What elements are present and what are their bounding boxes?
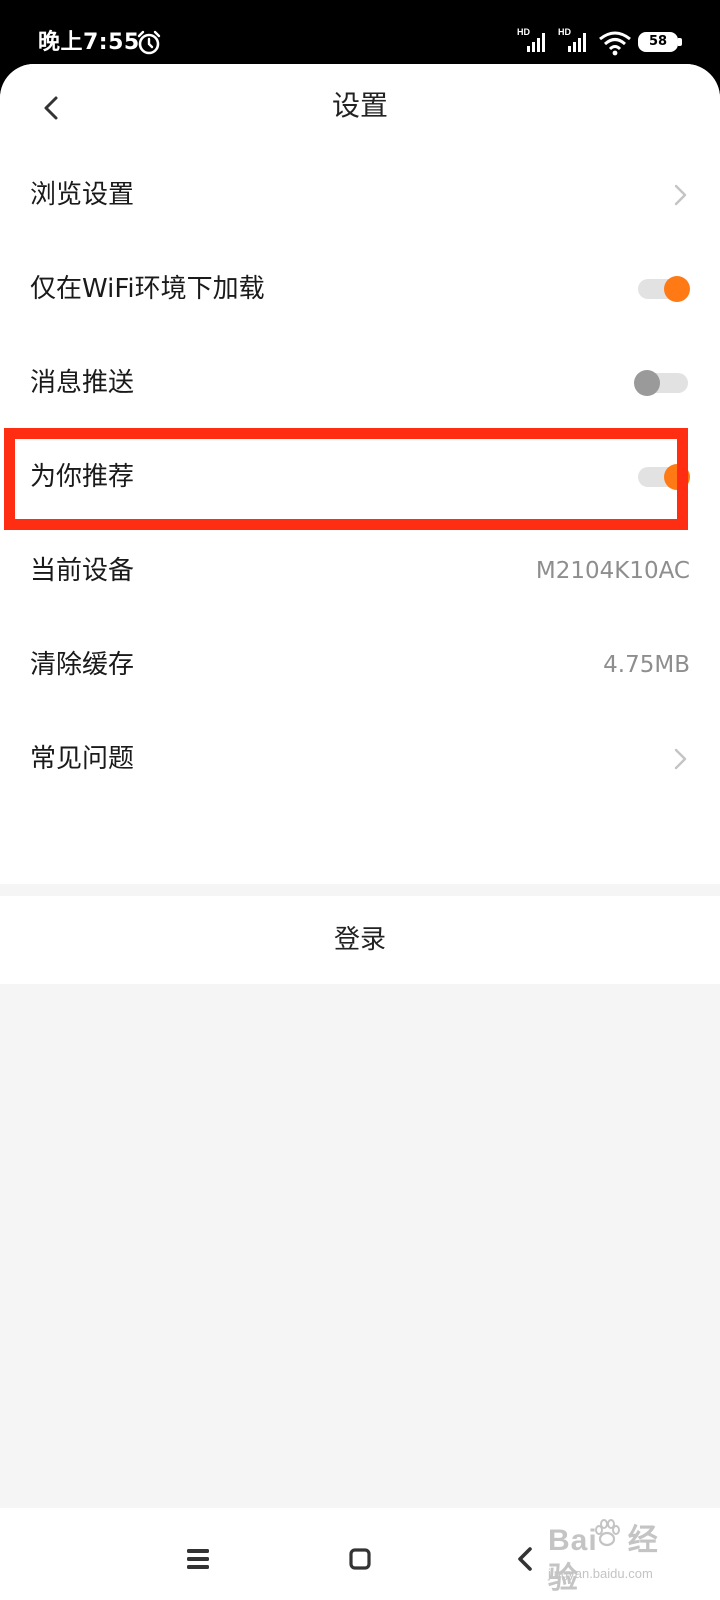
settings-screen: 设置 浏览设置 仅在WiFi环境下加载 消息推送 为你推荐 当前设备 M2104… [0, 64, 720, 1600]
signal-icon: HD [558, 27, 586, 52]
settings-item-label: 清除缓存 [30, 650, 135, 680]
settings-list: 浏览设置 仅在WiFi环境下加载 消息推送 为你推荐 当前设备 M2104K10… [0, 148, 720, 884]
alarm-icon [137, 30, 161, 55]
battery-cap [678, 38, 682, 46]
chevron-right-icon [674, 748, 687, 770]
settings-item-browse[interactable]: 浏览设置 [0, 148, 720, 242]
svg-text:HD: HD [517, 27, 530, 37]
wifi-only-toggle[interactable] [634, 276, 690, 302]
settings-item-device: 当前设备 M2104K10AC [0, 524, 720, 618]
device-model-value: M2104K10AC [535, 558, 690, 584]
back-icon[interactable] [516, 1546, 534, 1572]
settings-item-label: 仅在WiFi环境下加载 [30, 274, 265, 304]
navigation-bar [0, 1508, 720, 1600]
login-bar: 登录 [0, 896, 720, 984]
menu-icon[interactable] [186, 1548, 210, 1570]
login-button[interactable]: 登录 [0, 896, 720, 984]
status-time: 晚上7:55 [38, 30, 140, 55]
push-notification-toggle[interactable] [634, 370, 690, 396]
settings-item-wifi-only: 仅在WiFi环境下加载 [0, 242, 720, 336]
settings-item-label: 常见问题 [30, 744, 135, 774]
settings-item-label: 当前设备 [30, 556, 135, 586]
recommend-toggle[interactable] [634, 464, 690, 490]
battery-level: 58 [648, 34, 668, 49]
settings-item-label: 浏览设置 [30, 180, 135, 210]
toggle-knob [664, 464, 690, 490]
status-bar: 晚上7:55 HD HD 58 [0, 0, 720, 64]
chevron-right-icon [674, 184, 687, 206]
settings-item-recommend: 为你推荐 [0, 430, 720, 524]
toggle-knob [634, 370, 660, 396]
cache-size-value: 4.75MB [603, 652, 690, 678]
wifi-icon [599, 31, 631, 56]
settings-item-clear-cache[interactable]: 清除缓存 4.75MB [0, 618, 720, 712]
settings-item-faq[interactable]: 常见问题 [0, 712, 720, 806]
settings-item-push: 消息推送 [0, 336, 720, 430]
page-title: 设置 [331, 89, 388, 122]
svg-text:HD: HD [558, 27, 571, 37]
signal-icon: HD [517, 27, 545, 52]
settings-item-label: 消息推送 [30, 368, 135, 398]
settings-item-label: 为你推荐 [30, 462, 135, 492]
battery-icon: 58 [638, 32, 678, 52]
home-icon[interactable] [349, 1548, 371, 1570]
header: 设置 [0, 64, 720, 148]
toggle-knob [664, 276, 690, 302]
